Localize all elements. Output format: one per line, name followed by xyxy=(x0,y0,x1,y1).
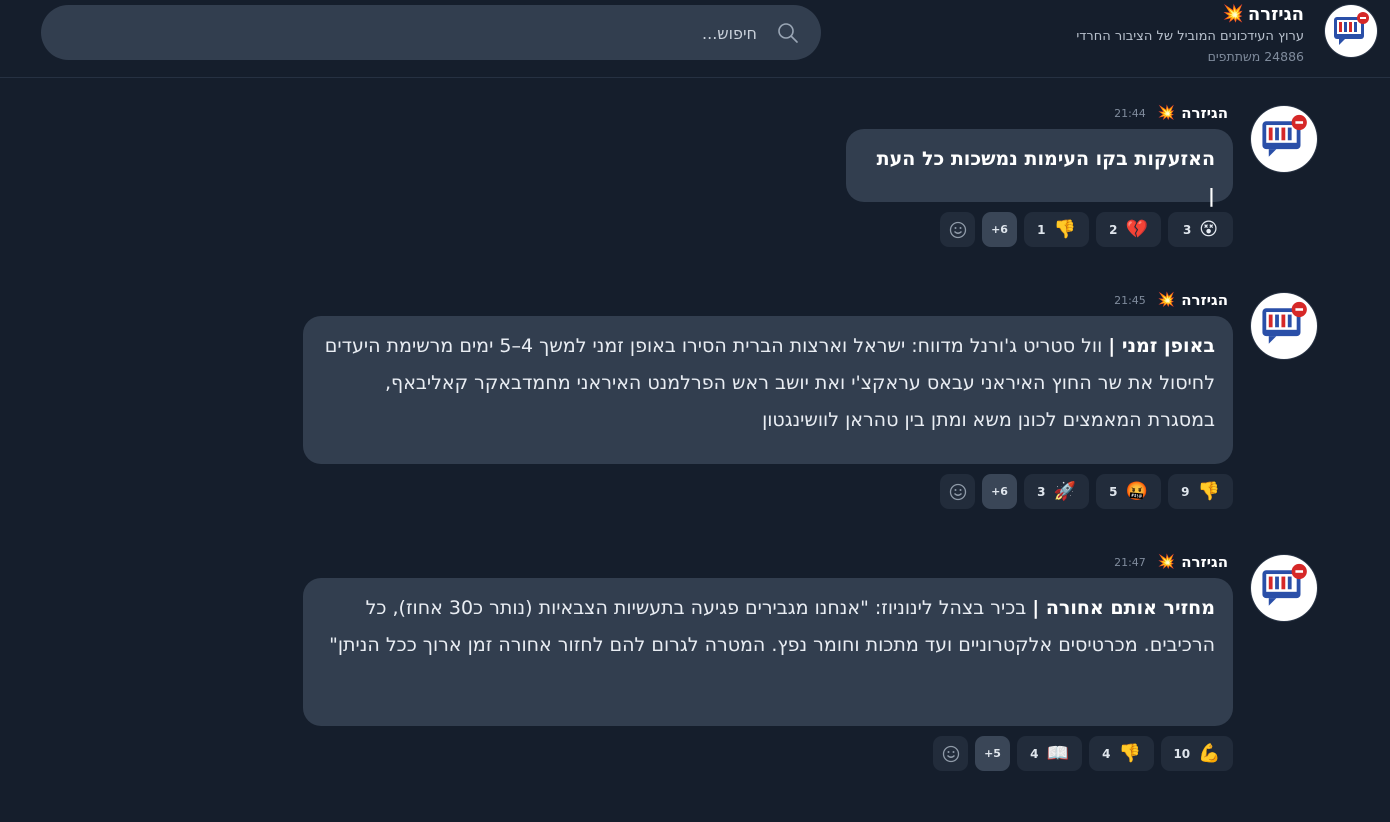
message-meta: הגיזרה 💥 21:44 xyxy=(1114,103,1228,123)
message-text: וול סטריט ג'ורנל מדווח: ישראל וארצות הבר… xyxy=(324,335,1215,431)
reaction-count: 2 xyxy=(1109,222,1118,237)
channel-avatar[interactable] xyxy=(1325,5,1377,57)
reaction-button[interactable]: 🚀 3 xyxy=(1024,474,1089,509)
more-reactions-button[interactable]: +5 xyxy=(975,736,1010,771)
reaction-button[interactable]: 💔 2 xyxy=(1096,212,1161,247)
smiley-icon xyxy=(942,745,959,762)
channel-description: ערוץ העידכונים המוביל של הציבור החרדי xyxy=(1076,29,1304,44)
rocket-icon: 🚀 xyxy=(1053,480,1076,502)
reaction-count: 4 xyxy=(1030,746,1039,761)
message-time: 21:47 xyxy=(1114,555,1146,569)
reaction-button[interactable]: 😵 3 xyxy=(1168,212,1233,247)
thumbs-down-icon: 👎 xyxy=(1197,480,1220,502)
smiley-icon xyxy=(949,483,966,500)
reaction-button[interactable]: 📖 4 xyxy=(1017,736,1082,771)
sender-name[interactable]: הגיזרה xyxy=(1181,291,1228,309)
channel-logo-icon xyxy=(1262,114,1307,157)
flexed-biceps-icon: 💪 xyxy=(1198,742,1221,764)
message-bubble: האזעקות בקו העימות נמשכות כל העת | xyxy=(846,129,1233,207)
channel-title: הגיזרה xyxy=(1247,3,1304,25)
message-time: 21:44 xyxy=(1114,106,1146,120)
message-bold-text: באופן זמני | xyxy=(1108,335,1215,357)
reaction-button[interactable]: 👎 1 xyxy=(1024,212,1089,247)
search-input[interactable] xyxy=(115,5,759,62)
reaction-count: 5 xyxy=(1109,484,1118,499)
reaction-button[interactable]: 💪 10 xyxy=(1161,736,1233,771)
message-bubble: באופן זמני | וול סטריט ג'ורנל מדווח: ישר… xyxy=(303,316,1233,464)
reactions-bar: 😵 3 💔 2 👎 1 +6 xyxy=(940,212,1233,247)
reaction-button[interactable]: 👎 9 xyxy=(1168,474,1233,509)
broken-heart-icon: 💔 xyxy=(1125,218,1148,240)
reactions-bar: 👎 9 🤬 5 🚀 3 +6 xyxy=(940,474,1233,509)
cursing-face-icon: 🤬 xyxy=(1125,480,1148,502)
sender-avatar[interactable] xyxy=(1251,555,1317,621)
reaction-button[interactable]: 👎 4 xyxy=(1089,736,1154,771)
reaction-count: 3 xyxy=(1182,222,1192,237)
add-reaction-button[interactable] xyxy=(933,736,968,771)
add-reaction-button[interactable] xyxy=(940,474,975,509)
channel-logo-icon xyxy=(1262,301,1307,344)
message-meta: הגיזרה 💥 21:45 xyxy=(1114,290,1228,310)
reaction-count: 9 xyxy=(1181,484,1190,499)
channel-logo-icon xyxy=(1262,563,1307,606)
add-reaction-button[interactable] xyxy=(940,212,975,247)
message-bubble: מחזיר אותם אחורה | בכיר בצהל לינוניוז: "… xyxy=(303,578,1233,726)
reaction-button[interactable]: 🤬 5 xyxy=(1096,474,1161,509)
subscriber-count: 24886 משתתפים xyxy=(1207,49,1304,64)
reaction-count: 4 xyxy=(1102,746,1111,761)
reaction-count: 10 xyxy=(1173,746,1191,761)
channel-logo-icon xyxy=(1334,12,1369,45)
message-meta: הגיזרה 💥 21:47 xyxy=(1114,552,1228,572)
search-icon[interactable] xyxy=(777,22,799,44)
explosion-emoji-icon: 💥 xyxy=(1222,4,1244,24)
more-reactions-button[interactable]: +6 xyxy=(982,212,1017,247)
dizzy-face-icon: 😵 xyxy=(1199,218,1219,240)
explosion-emoji-icon: 💥 xyxy=(1157,554,1176,570)
reaction-count: 3 xyxy=(1037,484,1046,499)
smiley-icon xyxy=(949,221,966,238)
sender-name[interactable]: הגיזרה xyxy=(1181,553,1228,571)
sender-avatar[interactable] xyxy=(1251,106,1317,172)
explosion-emoji-icon: 💥 xyxy=(1157,292,1176,308)
channel-info: הגיזרה 💥 ערוץ העידכונים המוביל של הציבור… xyxy=(1076,0,1304,65)
message-time: 21:45 xyxy=(1114,293,1146,307)
sender-avatar[interactable] xyxy=(1251,293,1317,359)
explosion-emoji-icon: 💥 xyxy=(1157,105,1176,121)
more-reactions-button[interactable]: +6 xyxy=(982,474,1017,509)
thumbs-down-icon: 👎 xyxy=(1053,218,1076,240)
message-bold-text: האזעקות בקו העימות נמשכות כל העת | xyxy=(876,148,1215,207)
reactions-bar: 💪 10 👎 4 📖 4 +5 xyxy=(933,736,1233,771)
message-bold-text: מחזיר אותם אחורה | xyxy=(1032,597,1215,619)
reaction-count: 1 xyxy=(1037,222,1046,237)
thumbs-down-icon: 👎 xyxy=(1118,742,1141,764)
channel-header: הגיזרה 💥 ערוץ העידכונים המוביל של הציבור… xyxy=(0,0,1390,78)
search-bar[interactable] xyxy=(41,5,821,62)
open-book-icon: 📖 xyxy=(1046,742,1069,764)
sender-name[interactable]: הגיזרה xyxy=(1181,104,1228,122)
